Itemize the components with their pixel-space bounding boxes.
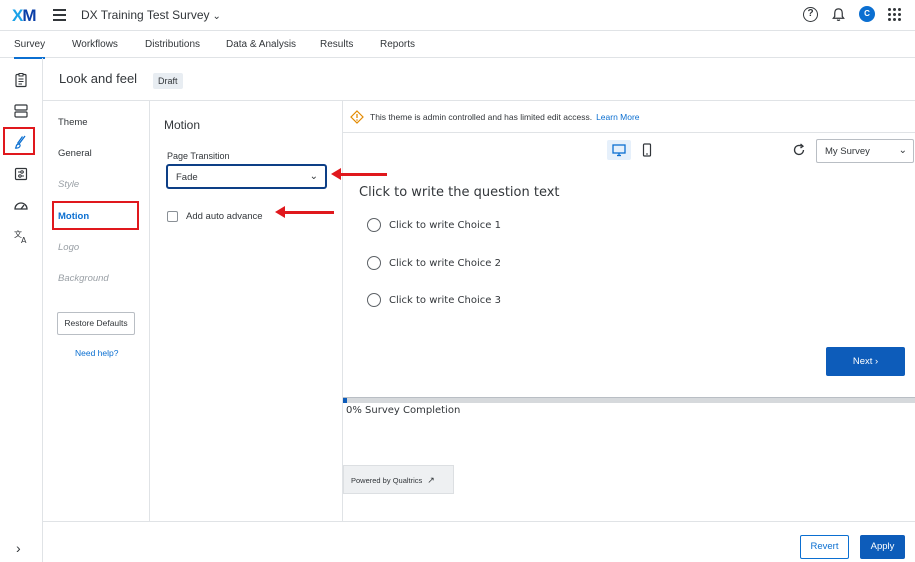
footer-bar: Revert Apply <box>43 521 915 562</box>
choice-label[interactable]: Click to write Choice 3 <box>389 295 501 306</box>
progress-label: 0% Survey Completion <box>346 405 461 416</box>
radio-button[interactable] <box>367 256 381 270</box>
chevron-down-icon: ⌄ <box>212 11 221 22</box>
page-transition-label: Page Transition <box>167 151 230 161</box>
main-nav: Survey Workflows Distributions Data & An… <box>0 31 915 59</box>
nav-general[interactable]: General <box>58 148 92 159</box>
tab-data-analysis[interactable]: Data & Analysis <box>226 39 296 50</box>
external-link-icon: ↗ <box>427 475 435 485</box>
logo-x: X <box>12 6 23 25</box>
survey-title: DX Training Test Survey <box>81 8 210 22</box>
nav-theme[interactable]: Theme <box>58 117 88 128</box>
survey-clipboard-icon[interactable] <box>13 72 29 88</box>
choice-2[interactable]: Click to write Choice 2 <box>367 256 501 270</box>
tab-results[interactable]: Results <box>320 39 353 50</box>
tab-workflows[interactable]: Workflows <box>72 39 118 50</box>
help-icon[interactable]: ? <box>803 6 818 22</box>
learn-more-link[interactable]: Learn More <box>596 112 639 122</box>
top-bar: XM DX Training Test Survey ⌄ ? C <box>0 0 915 31</box>
survey-preview: This theme is admin controlled and has l… <box>343 101 915 521</box>
survey-select-dropdown[interactable]: My Survey ⌄ <box>816 139 914 163</box>
mobile-view-button[interactable] <box>635 140 655 160</box>
choice-3[interactable]: Click to write Choice 3 <box>367 293 501 307</box>
progress-fill <box>343 398 347 403</box>
progress-bar <box>343 397 915 403</box>
tab-distributions[interactable]: Distributions <box>145 39 200 50</box>
auto-advance-label[interactable]: Add auto advance <box>186 211 263 222</box>
page-transition-value: Fade <box>176 172 198 183</box>
translate-icon[interactable]: 文A <box>13 228 29 245</box>
user-avatar[interactable]: C <box>859 6 875 22</box>
nav-background: Background <box>58 273 109 284</box>
powered-by-badge[interactable]: Powered by Qualtrics ↗ <box>343 465 454 494</box>
nav-style: Style <box>58 179 80 190</box>
desktop-view-button[interactable] <box>607 140 631 160</box>
device-toolbar: My Survey ⌄ <box>343 133 915 169</box>
expand-rail-icon[interactable]: › <box>16 540 21 556</box>
refresh-icon[interactable] <box>792 143 806 157</box>
radio-button[interactable] <box>367 293 381 307</box>
admin-notice: This theme is admin controlled and has l… <box>343 101 915 133</box>
survey-flow-icon[interactable] <box>13 103 29 119</box>
annotation-arrow-checkbox <box>275 206 334 218</box>
left-rail: 文A › <box>0 58 43 562</box>
auto-advance-checkbox[interactable] <box>167 211 178 222</box>
restore-defaults-button[interactable]: Restore Defaults <box>57 312 135 335</box>
revert-button[interactable]: Revert <box>800 535 849 559</box>
need-help-link[interactable]: Need help? <box>75 348 118 358</box>
powered-by-text: Powered by Qualtrics <box>351 476 423 485</box>
nav-logo: Logo <box>58 242 80 253</box>
survey-title-dropdown[interactable]: DX Training Test Survey ⌄ <box>81 8 221 22</box>
xm-logo[interactable]: XM <box>12 6 37 26</box>
next-button[interactable]: Next › <box>826 347 905 376</box>
tab-survey[interactable]: Survey <box>14 39 46 59</box>
choice-label[interactable]: Click to write Choice 1 <box>389 220 501 231</box>
look-and-feel-nav: Theme General Style Motion Logo Backgrou… <box>43 101 150 521</box>
page-title: Look and feel <box>59 71 138 86</box>
page-transition-select[interactable]: Fade ⌄ <box>166 164 327 189</box>
notification-bell-icon[interactable] <box>831 7 846 22</box>
question-text[interactable]: Click to write the question text <box>359 185 560 200</box>
tab-reports[interactable]: Reports <box>380 39 415 50</box>
apply-button[interactable]: Apply <box>860 535 905 559</box>
dashboard-gauge-icon[interactable] <box>13 197 29 213</box>
svg-text:A: A <box>21 236 27 244</box>
hamburger-menu-icon[interactable] <box>53 9 66 21</box>
chevron-down-icon: ⌄ <box>309 171 318 182</box>
motion-panel: Motion Page Transition Fade ⌄ Add auto a… <box>150 101 343 521</box>
survey-select-value: My Survey <box>825 146 870 157</box>
mobile-phone-icon <box>642 143 652 157</box>
choice-1[interactable]: Click to write Choice 1 <box>367 218 501 232</box>
notice-text: This theme is admin controlled and has l… <box>370 112 640 122</box>
chevron-down-icon: ⌄ <box>898 145 907 156</box>
notice-message: This theme is admin controlled and has l… <box>370 112 593 122</box>
survey-options-icon[interactable] <box>13 166 29 182</box>
status-badge: Draft <box>153 73 183 89</box>
motion-highlight <box>52 201 139 230</box>
top-right-icons: ? C <box>803 6 901 22</box>
auto-advance-row[interactable]: Add auto advance <box>167 211 263 222</box>
warning-icon <box>350 110 364 124</box>
panel-title: Motion <box>164 118 201 132</box>
app-grid-icon[interactable] <box>888 7 901 21</box>
logo-m: M <box>22 6 36 25</box>
radio-button[interactable] <box>367 218 381 232</box>
page-header: Look and feel Draft <box>43 58 915 101</box>
desktop-monitor-icon <box>612 144 626 157</box>
look-and-feel-highlight <box>3 127 35 155</box>
choice-label[interactable]: Click to write Choice 2 <box>389 258 501 269</box>
